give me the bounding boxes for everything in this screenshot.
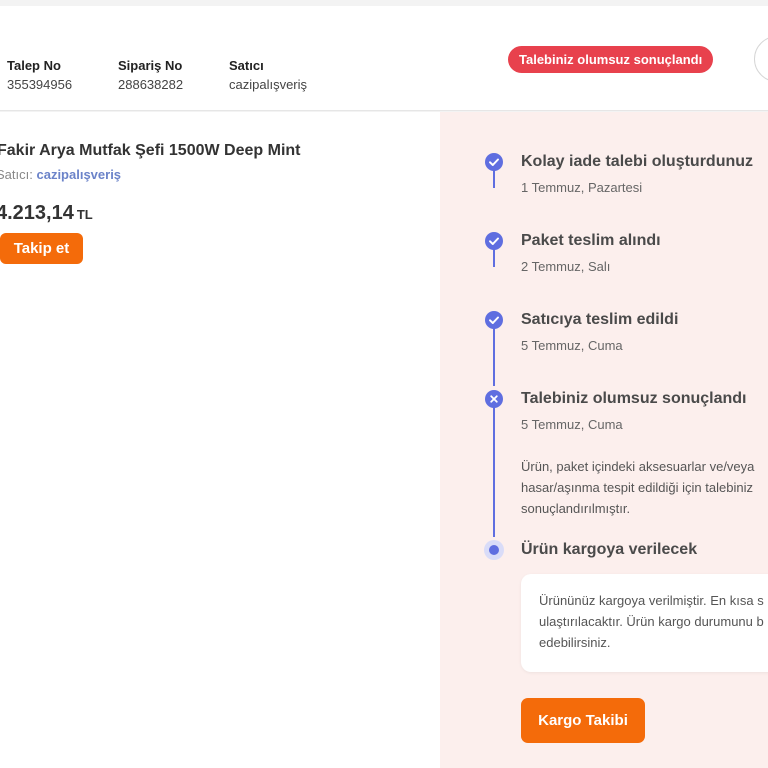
return-timeline-panel: Kolay iade talebi oluşturdunuz 1 Temmuz,… (440, 112, 768, 768)
current-dot-icon (484, 540, 504, 560)
timeline-step-title: Paket teslim alındı (521, 232, 661, 249)
cargo-tracking-button[interactable]: Kargo Takibi (521, 698, 645, 743)
check-icon (485, 311, 503, 329)
order-number: Sipariş No 288638282 (118, 58, 183, 92)
timeline-connector (493, 170, 495, 188)
timeline-step-date: 1 Temmuz, Pazartesi (521, 180, 643, 195)
product-panel: Fakir Arya Mutfak Şefi 1500W Deep Mint S… (0, 112, 440, 768)
timeline-connector (493, 328, 495, 386)
shipping-info-card: Ürününüz kargoya verilmiştir. En kısa s … (521, 574, 768, 672)
check-icon (485, 232, 503, 250)
price-amount: 4.213,14 (0, 202, 74, 224)
timeline-step-title: Kolay iade talebi oluşturdunuz (521, 153, 754, 170)
product-seller: Satıcı: cazipalışveriş (0, 167, 121, 182)
product-name[interactable]: Fakir Arya Mutfak Şefi 1500W Deep Mint (0, 142, 301, 160)
request-number: Talep No 355394956 (7, 58, 72, 92)
timeline-connector (493, 407, 495, 537)
timeline-step-date: 2 Temmuz, Salı (521, 259, 611, 274)
order-number-value: 288638282 (118, 77, 184, 92)
timeline-connector (493, 249, 495, 267)
check-icon (485, 153, 503, 171)
product-price: 4.213,14 TL (0, 202, 93, 225)
timeline-step-title: Ürün kargoya verilecek (521, 541, 698, 558)
timeline-step-title: Talebiniz olumsuz sonuçlandı (521, 390, 747, 407)
rejection-note: Ürün, paket içindeki aksesuarlar ve/veya… (521, 459, 755, 516)
status-badge: Talebiniz olumsuz sonuçlandı (508, 46, 714, 73)
current-dot-center (489, 545, 499, 555)
timeline-step-date: 5 Temmuz, Cuma (521, 338, 623, 353)
timeline-step-title: Satıcıya teslim edildi (521, 311, 679, 328)
seller-info-label: Satıcı (229, 58, 264, 73)
seller-info: Satıcı cazipalışveriş (229, 58, 307, 92)
request-number-label: Talep No (7, 58, 61, 73)
timeline-step-date: 5 Temmuz, Cuma (521, 417, 623, 432)
order-number-label: Sipariş No (118, 58, 183, 73)
request-number-value: 355394956 (7, 77, 73, 92)
product-seller-link[interactable]: cazipalışveriş (36, 167, 121, 182)
close-icon (485, 390, 503, 408)
price-currency: TL (76, 207, 93, 222)
product-seller-label: Satıcı: (0, 167, 33, 182)
seller-info-value: cazipalışveriş (229, 77, 308, 92)
shipping-info-text: Ürününüz kargoya verilmiştir. En kısa s … (539, 593, 764, 650)
request-header: Talep No 355394956 Sipariş No 288638282 … (0, 6, 768, 111)
avatar[interactable] (754, 36, 768, 82)
follow-button[interactable]: Takip et (0, 233, 83, 264)
